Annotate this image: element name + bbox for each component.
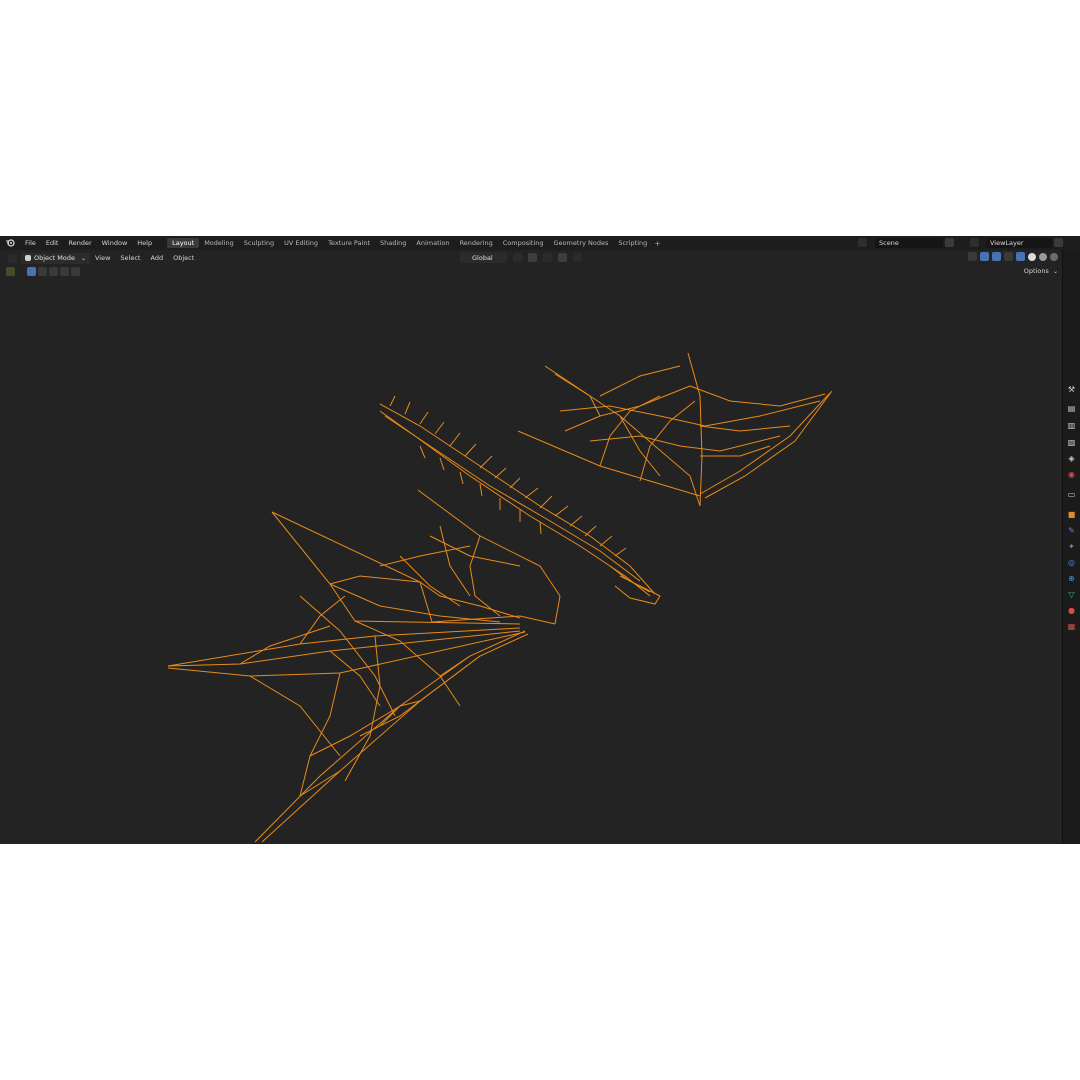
scene-name-field[interactable]: Scene (875, 238, 943, 248)
object-mode-dropdown[interactable]: Object Mode ⌄ (21, 252, 90, 264)
material-icon[interactable]: ● (1067, 606, 1076, 615)
shading-wireframe-icon[interactable] (1016, 252, 1025, 261)
blender-logo-icon[interactable] (4, 237, 16, 249)
workspace-tabs: Layout Modeling Sculpting UV Editing Tex… (167, 238, 661, 248)
tab-layout[interactable]: Layout (167, 238, 200, 248)
selection-mode-row (6, 267, 80, 276)
top-bar: File Edit Render Window Help Layout Mode… (0, 236, 1080, 250)
object-mode-label: Object Mode (34, 254, 75, 262)
select-invert-icon[interactable] (60, 267, 69, 276)
snap-target-icon[interactable] (542, 253, 552, 262)
constraints-icon[interactable]: ⊕ (1067, 574, 1076, 583)
tab-scripting[interactable]: Scripting (613, 238, 652, 248)
proportional-edit-icon[interactable] (557, 253, 567, 262)
tab-modeling[interactable]: Modeling (199, 238, 239, 248)
new-view-layer-icon[interactable] (1054, 238, 1063, 247)
editor-type-icon[interactable] (8, 253, 17, 263)
view-layer-icon[interactable]: ▧ (1067, 438, 1076, 447)
physics-icon[interactable]: ◎ (1067, 558, 1076, 567)
output-icon[interactable]: ▥ (1067, 421, 1076, 430)
tab-compositing[interactable]: Compositing (498, 238, 549, 248)
scene-selector-icon[interactable] (858, 238, 867, 247)
transform-tools: Global (460, 252, 582, 263)
menu-file[interactable]: File (20, 236, 41, 250)
new-scene-icon[interactable] (945, 238, 954, 247)
world-icon[interactable]: ◉ (1067, 470, 1076, 479)
wireframe-lower-wing-edge (271, 511, 556, 625)
view-layer-name-field[interactable]: ViewLayer (986, 238, 1052, 248)
menu-view[interactable]: View (90, 254, 115, 262)
add-workspace-button[interactable]: + (654, 239, 661, 248)
menu-window[interactable]: Window (97, 236, 133, 250)
tab-uv-editing[interactable]: UV Editing (279, 238, 323, 248)
viewport-display-tools (968, 252, 1058, 261)
scene-icon[interactable]: ◈ (1067, 454, 1076, 463)
view-layer-selector-icon[interactable] (970, 238, 979, 247)
options-dropdown[interactable]: Options ⌄ (1024, 267, 1058, 275)
object-mode-icon (25, 255, 31, 261)
menu-object[interactable]: Object (168, 254, 199, 262)
xray-icon[interactable] (1004, 252, 1013, 261)
transform-orientation-dropdown[interactable]: Global (460, 252, 507, 263)
tab-geometry-nodes[interactable]: Geometry Nodes (549, 238, 614, 248)
menu-render[interactable]: Render (63, 236, 96, 250)
tab-texture-paint[interactable]: Texture Paint (323, 238, 375, 248)
pivot-icon[interactable] (512, 253, 522, 262)
menu-edit[interactable]: Edit (41, 236, 64, 250)
shading-material-icon[interactable] (1039, 252, 1047, 261)
collection-icon[interactable]: ▭ (1067, 490, 1076, 499)
data-icon[interactable]: ▽ (1067, 590, 1076, 599)
tool-icon[interactable]: ⚒ (1067, 385, 1076, 394)
wireframe-upper-wing-edge (544, 365, 701, 507)
select-extend-icon[interactable] (38, 267, 47, 276)
overlay-icon[interactable] (992, 252, 1001, 261)
blender-window: File Edit Render Window Help Layout Mode… (0, 236, 1080, 844)
texture-icon[interactable]: ▦ (1067, 622, 1076, 631)
snap-icon[interactable] (527, 253, 537, 262)
shading-solid-icon[interactable] (1028, 252, 1036, 261)
tab-rendering[interactable]: Rendering (455, 238, 498, 248)
tab-sculpting[interactable]: Sculpting (239, 238, 279, 248)
particles-icon[interactable]: ✦ (1067, 542, 1076, 551)
shading-rendered-icon[interactable] (1050, 252, 1058, 261)
chevron-down-icon: ⌄ (80, 254, 86, 262)
options-label: Options (1023, 267, 1049, 275)
properties-tabs: ⚒ ▤ ▥ ▧ ◈ ◉ ▭ ■ ✎ ✦ ◎ ⊕ ▽ ● ▦ (1062, 250, 1080, 844)
gizmo-icon[interactable] (980, 252, 989, 261)
transform-orientation-label: Global (472, 253, 493, 262)
select-tool-icon[interactable] (6, 267, 15, 276)
select-intersect-icon[interactable] (71, 267, 80, 276)
menu-add[interactable]: Add (145, 254, 168, 262)
select-new-icon[interactable] (27, 267, 36, 276)
select-subtract-icon[interactable] (49, 267, 58, 276)
menu-help[interactable]: Help (132, 236, 157, 250)
tab-animation[interactable]: Animation (411, 238, 454, 248)
render-icon[interactable]: ▤ (1067, 404, 1076, 413)
viewport-3d[interactable] (0, 236, 1062, 844)
chevron-down-icon: ⌄ (1052, 268, 1058, 275)
object-icon[interactable]: ■ (1067, 510, 1076, 519)
modifier-icon[interactable]: ✎ (1067, 526, 1076, 535)
falloff-icon[interactable] (572, 253, 582, 262)
tab-shading[interactable]: Shading (375, 238, 411, 248)
menu-select[interactable]: Select (115, 254, 145, 262)
visibility-icon[interactable] (968, 252, 977, 261)
